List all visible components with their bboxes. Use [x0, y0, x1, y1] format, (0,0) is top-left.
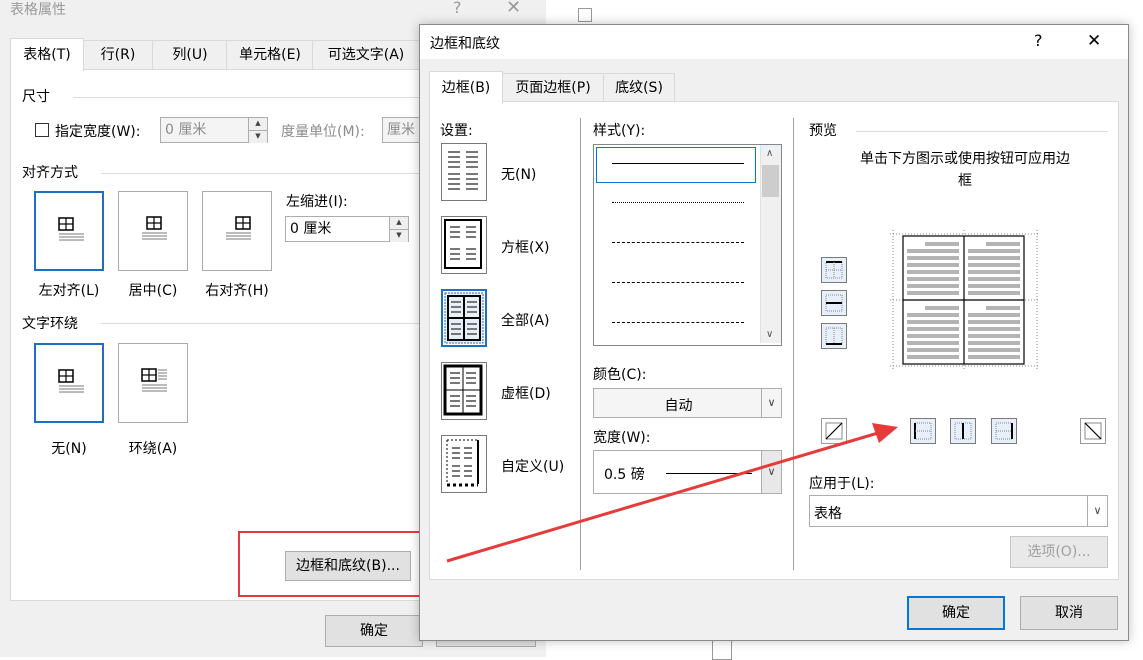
tab-table[interactable]: 表格(T)	[10, 38, 84, 71]
tab-borders[interactable]: 边框(B)	[429, 71, 503, 104]
arrow-annotation	[446, 423, 898, 563]
